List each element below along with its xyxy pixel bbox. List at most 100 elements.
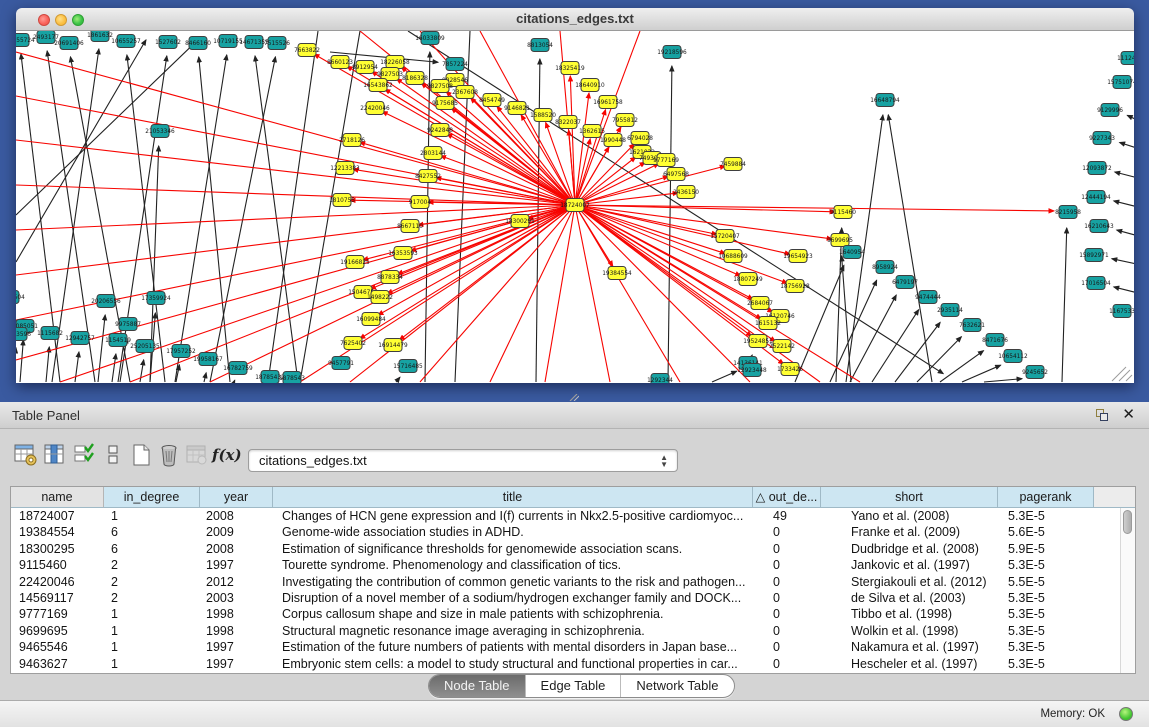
graph-node[interactable]: 8878334 [377,271,403,284]
graph-node[interactable]: 7663822 [294,44,320,57]
graph-node[interactable]: 6794028 [627,132,653,145]
graph-node[interactable]: 8912954 [352,61,378,74]
graph-node[interactable]: 9474444 [915,291,941,304]
graph-node[interactable]: 1115682 [37,327,63,340]
graph-node[interactable]: 8660123 [327,56,353,69]
canvas-resize-grip[interactable] [1126,375,1132,381]
window-titlebar[interactable]: citations_edges.txt [16,8,1134,31]
table-row[interactable]: 2242004622012Investigating the contribut… [11,574,1121,590]
graph-node[interactable]: 15751074 [1107,76,1134,89]
graph-node[interactable]: 1861632 [87,31,113,42]
graph-node[interactable]: 17016504 [1081,277,1111,290]
function-builder-icon[interactable]: f(x) [212,446,242,470]
column-header-short[interactable]: short [821,487,998,508]
graph-node[interactable]: 8958924 [872,261,898,274]
memory-ok-indicator[interactable] [1119,707,1133,721]
table-row[interactable]: 946554611997Estimation of the future num… [11,639,1121,655]
graph-node[interactable]: 16648794 [870,94,900,107]
graph-node[interactable]: 7632621 [959,319,985,332]
graph-node[interactable]: 16033809 [415,32,445,45]
column-header-title[interactable]: title [273,487,753,508]
graph-node[interactable]: 20206556 [91,295,121,308]
graph-node[interactable]: 18325419 [555,62,585,75]
graph-node[interactable]: 2935114 [937,304,963,317]
graph-node[interactable]: 8215958 [1055,206,1081,219]
graph-node[interactable]: 10655257 [111,35,141,48]
graph-node[interactable]: 15716485 [393,360,423,373]
graph-node[interactable]: 25205135 [130,340,160,353]
float-panel-icon[interactable] [1096,409,1109,422]
graph-node[interactable]: 1167533 [1109,305,1134,318]
table-selector-combo[interactable]: citations_edges.txt ▲▼ [248,449,678,472]
table-settings-icon[interactable] [14,443,38,467]
graph-node[interactable]: 16099484 [356,313,386,326]
graph-node[interactable]: 17957252 [166,345,196,358]
table-row[interactable]: 969969511998Structural magnetic resonanc… [11,623,1121,639]
graph-node[interactable]: 6479197 [892,276,918,289]
graph-node[interactable]: 9699695 [827,234,853,247]
graph-node[interactable]: 15892971 [1079,249,1109,262]
graph-node[interactable]: 16961758 [593,96,623,109]
graph-node[interactable]: 2367608 [452,86,478,99]
graph-node[interactable]: 19958167 [193,353,223,366]
column-header-out_de[interactable]: △ out_de... [753,487,821,508]
column-header-year[interactable]: year [200,487,273,508]
table-row[interactable]: 977716911998Corpus callosum shape and si… [11,606,1121,622]
table-row[interactable]: 1938455462009Genome-wide association stu… [11,524,1121,540]
graph-node[interactable]: 12942757 [65,332,95,345]
graph-node[interactable]: 12093872 [1082,162,1112,175]
column-header-in_degree[interactable]: in_degree [104,487,200,508]
graph-node[interactable]: 2718126 [339,134,365,147]
select-columns-icon[interactable] [43,443,67,467]
delete-table-icon[interactable] [158,443,182,467]
graph-node[interactable]: 9975887 [115,318,141,331]
graph-node[interactable]: 8466160 [185,37,211,50]
canvas-resize-grip[interactable] [1112,367,1126,381]
graph-node[interactable]: 1498222 [367,291,393,304]
graph-node[interactable]: 7625402 [340,337,366,350]
graph-node[interactable]: 2436150 [673,186,699,199]
graph-node[interactable]: 1640954 [839,246,865,259]
graph-node[interactable]: 19384554 [602,267,632,280]
graph-node[interactable]: 8322037 [555,116,581,129]
import-table-icon[interactable] [185,443,209,467]
graph-node[interactable]: 9129996 [1097,104,1123,117]
graph-node[interactable]: 19218596 [657,46,687,59]
graph-node[interactable]: 7955812 [612,114,638,127]
graph-node[interactable]: 7857224 [442,58,468,71]
graph-node[interactable]: 1615132 [755,317,781,330]
graph-node[interactable]: 1990448 [600,134,626,147]
graph-node[interactable]: 8667110 [397,220,423,233]
panel-resize-grip[interactable] [567,394,579,401]
graph-node[interactable]: 6497568 [663,168,689,181]
vertical-scrollbar[interactable] [1120,508,1135,673]
column-header-pagerank[interactable]: pagerank [998,487,1094,508]
select-rows-icon[interactable] [73,443,97,467]
graph-node[interactable]: 9175685 [432,97,458,110]
graph-node[interactable]: 12213383 [330,162,360,175]
graph-node[interactable]: 18640910 [575,79,605,92]
graph-node[interactable]: 917004 [409,196,431,209]
create-table-icon[interactable] [130,443,154,467]
close-panel-icon[interactable]: ✕ [1122,406,1135,424]
table-row[interactable]: 1456911722003Disruption of a novel membe… [11,590,1121,606]
graph-node[interactable]: 19166825 [340,256,370,269]
graph-node[interactable]: 1154519 [105,334,131,347]
graph-node[interactable]: 9457791 [328,357,354,370]
graph-node[interactable]: 8813054 [527,39,553,52]
graph-node[interactable]: 16210643 [1084,220,1114,233]
graph-node[interactable]: 9227343 [1089,132,1115,145]
graph-node[interactable]: 2684067 [747,297,773,310]
graph-node[interactable]: 2803144 [420,147,446,160]
scrollbar-thumb[interactable] [1123,510,1132,534]
graph-node[interactable]: 9242848 [427,124,453,137]
graph-node[interactable]: 9777169 [653,154,679,167]
graph-node[interactable]: 10654112 [998,350,1028,363]
graph-node[interactable]: 19654923 [783,250,813,263]
graph-node[interactable]: 1112405 [1117,52,1134,65]
graph-node[interactable]: 7459884 [720,158,746,171]
graph-node[interactable]: 18756928 [780,280,810,293]
tab-network-table[interactable]: Network Table [620,675,733,697]
graph-node[interactable]: 2522142 [769,340,795,353]
graph-node[interactable]: 1878543 [279,372,305,384]
